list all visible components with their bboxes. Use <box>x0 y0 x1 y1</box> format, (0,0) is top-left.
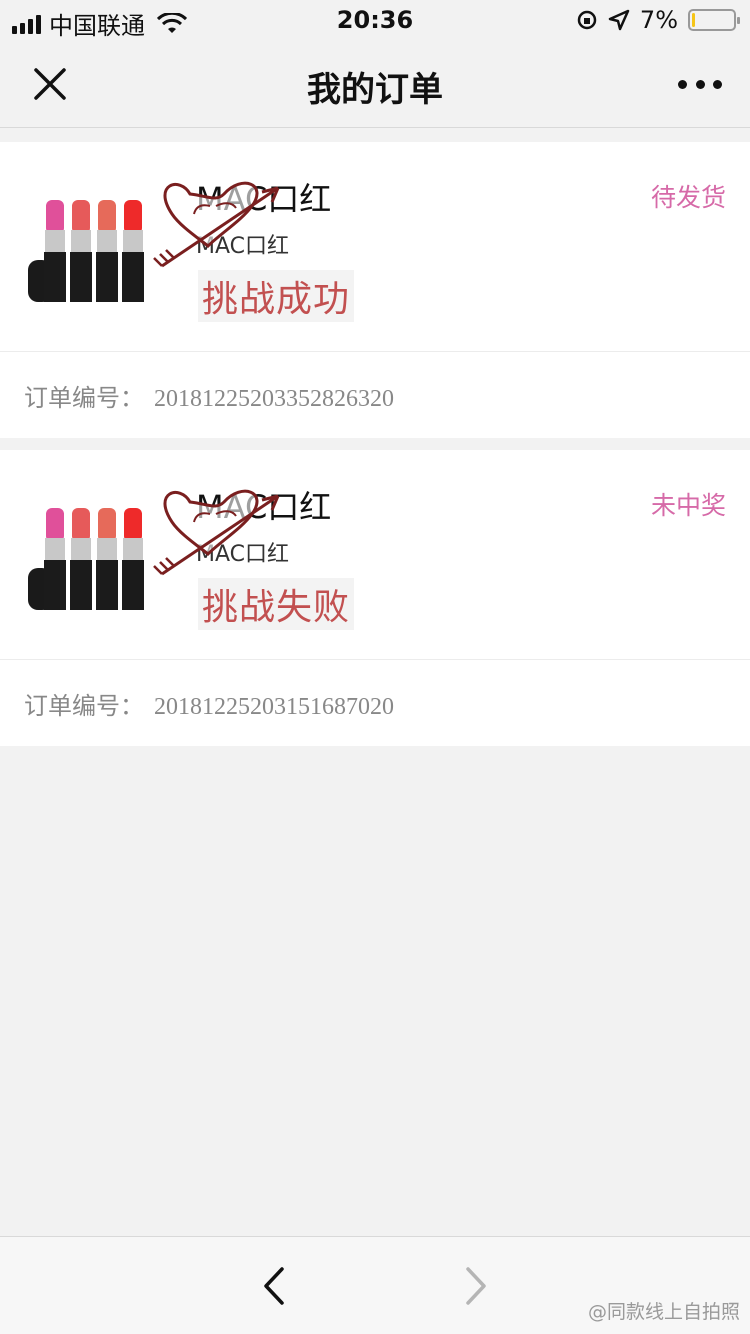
heart-arrow-icon <box>153 181 280 268</box>
order-number-row: 订单编号： 20181225203151687020 <box>0 660 750 746</box>
order-card[interactable]: MAC口红 MAC口红 待发货 挑战成功 订单编号： 20181225203352… <box>0 142 750 438</box>
order-number-label: 订单编号： <box>24 386 144 412</box>
page-title: 我的订单 <box>307 70 443 110</box>
order-status: 待发货 <box>650 183 726 212</box>
order-product-row[interactable]: MAC口红 MAC口红 未中奖 挑战失败 <box>0 450 750 660</box>
order-number-row: 订单编号： 20181225203352826320 <box>0 352 750 438</box>
back-arrow-icon[interactable] <box>258 1265 294 1307</box>
challenge-result: 挑战失败 <box>198 578 355 630</box>
order-number: 订单编号： 20181225203151687020 <box>24 686 394 721</box>
order-number-value: 20181225203352826320 <box>154 386 394 412</box>
battery-icon <box>688 9 740 31</box>
order-number-label: 订单编号： <box>24 694 144 720</box>
order-number: 订单编号： 20181225203352826320 <box>24 378 394 413</box>
lipstick-product-image <box>28 200 144 302</box>
challenge-result: 挑战成功 <box>198 270 355 322</box>
order-number-value: 20181225203151687020 <box>154 694 394 720</box>
battery-percent: 7% <box>639 6 678 34</box>
order-product-row[interactable]: MAC口红 MAC口红 待发货 挑战成功 <box>0 142 750 352</box>
order-card[interactable]: MAC口红 MAC口红 未中奖 挑战失败 订单编号： 20181225203151… <box>0 450 750 746</box>
bottom-toolbar: @同款线上自拍照 <box>0 1236 750 1334</box>
battery-fill <box>692 13 695 27</box>
watermark: @同款线上自拍照 <box>587 1301 740 1323</box>
status-right: 7% <box>576 6 740 34</box>
heart-arrow-icon <box>153 489 280 576</box>
location-icon <box>608 9 630 31</box>
status-bar: 中国联通 20:36 7% <box>0 0 750 40</box>
order-status: 未中奖 <box>650 491 726 520</box>
orientation-lock-icon <box>577 10 597 30</box>
nav-bar: 我的订单 <box>0 40 750 128</box>
lipstick-product-image <box>28 508 144 610</box>
more-menu-icon[interactable] <box>678 70 722 98</box>
forward-arrow-icon[interactable] <box>456 1265 492 1307</box>
